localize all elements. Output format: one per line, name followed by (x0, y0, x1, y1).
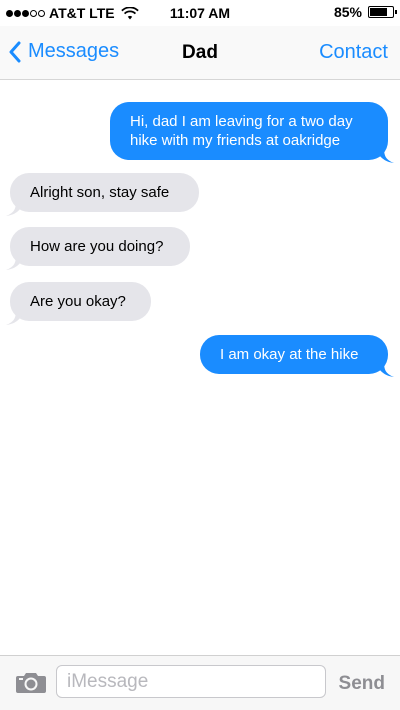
battery-group: 85% (333, 4, 397, 20)
bubble-tail (6, 310, 24, 325)
navigation-bar: Messages Dad Contact (0, 26, 400, 80)
message-bubble-incoming[interactable]: Are you okay? (10, 282, 151, 321)
back-label: Messages (28, 40, 120, 62)
send-button[interactable]: Send (339, 673, 385, 695)
back-button[interactable]: Messages (8, 40, 119, 63)
camera-button[interactable] (15, 670, 47, 699)
message-input[interactable] (56, 665, 326, 698)
battery-fill (370, 8, 387, 16)
bubble-tail (6, 201, 24, 216)
compose-bar: Send (0, 655, 400, 710)
bubble-tail (376, 148, 394, 163)
contact-button[interactable]: Contact (319, 41, 388, 64)
message-bubble-outgoing[interactable]: I am okay at the hike (200, 335, 388, 374)
message-bubble-outgoing[interactable]: Hi, dad I am leaving for a two day hike … (110, 102, 388, 160)
message-bubble-incoming[interactable]: Alright son, stay safe (10, 173, 199, 212)
battery-icon (368, 6, 397, 18)
bubble-tail (376, 362, 394, 377)
chevron-left-icon (9, 41, 21, 62)
battery-percent: 85% (333, 4, 362, 20)
camera-icon (16, 673, 46, 693)
status-bar: AT&T LTE 11:07 AM 85% (0, 0, 400, 26)
message-bubble-incoming[interactable]: How are you doing? (10, 227, 190, 266)
bubble-tail (6, 255, 24, 270)
message-thread[interactable]: Hi, dad I am leaving for a two day hike … (0, 80, 400, 655)
